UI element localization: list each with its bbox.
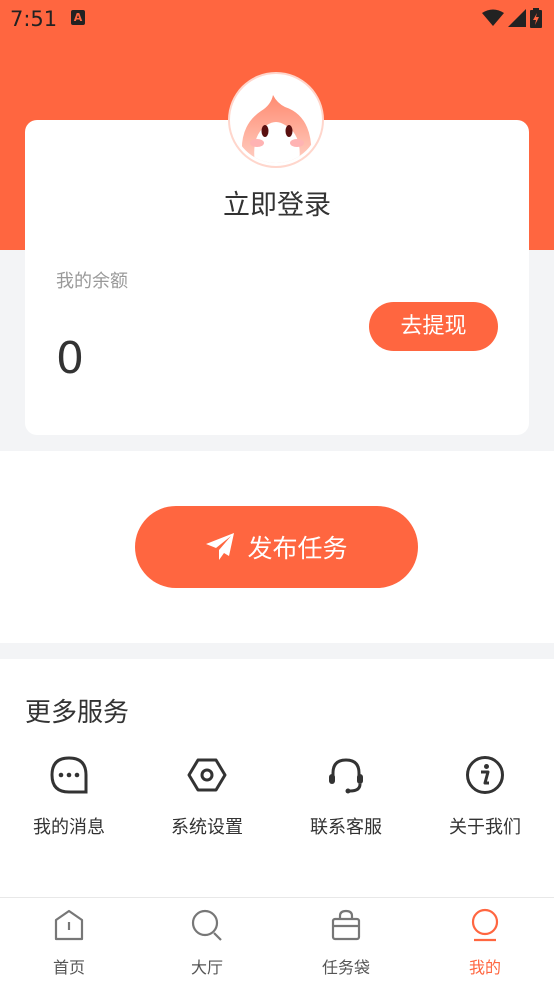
- publish-section: 发布任务: [0, 451, 554, 643]
- tab-label: 我的: [468, 958, 501, 977]
- tab-label: 首页: [52, 958, 85, 977]
- service-label: 我的消息: [33, 817, 105, 838]
- settings-icon: [187, 758, 227, 792]
- withdraw-button[interactable]: 去提现: [369, 302, 498, 351]
- publish-task-button[interactable]: 发布任务: [135, 506, 418, 588]
- app-notification-icon: A: [71, 10, 85, 25]
- service-label: 关于我们: [449, 817, 521, 838]
- tab-task-bag[interactable]: 任务袋: [277, 908, 415, 978]
- headset-icon: [329, 758, 363, 794]
- service-item-settings[interactable]: 系统设置: [138, 755, 276, 839]
- service-label: 联系客服: [310, 817, 382, 838]
- message-icon: [50, 756, 88, 794]
- more-services-section: 更多服务 我的消息 系统设置 联系客服 关于我们: [0, 659, 554, 897]
- publish-task-label: 发布任务: [247, 534, 348, 563]
- mascot-avatar-icon: [241, 95, 312, 163]
- services-title: 更多服务: [25, 698, 130, 728]
- tab-hall[interactable]: 大厅: [138, 908, 276, 978]
- tab-home[interactable]: 首页: [0, 908, 138, 978]
- status-icons: [482, 8, 542, 28]
- balance-value: 0: [56, 333, 84, 384]
- status-bar: 7:51 A: [0, 0, 554, 40]
- home-icon: [54, 909, 84, 941]
- tab-label: 任务袋: [321, 958, 370, 977]
- status-time: 7:51: [10, 7, 58, 31]
- service-item-messages[interactable]: 我的消息: [0, 755, 138, 839]
- service-item-about[interactable]: 关于我们: [416, 755, 554, 839]
- avatar[interactable]: [230, 74, 322, 166]
- paper-plane-icon: [206, 533, 235, 560]
- balance-label: 我的余额: [56, 271, 128, 292]
- battery-icon: [530, 8, 542, 28]
- bottom-tab-bar: 首页 大厅 任务袋 我的: [0, 897, 554, 984]
- wifi-icon: [482, 9, 504, 26]
- service-label: 系统设置: [171, 817, 243, 838]
- tab-mine[interactable]: 我的: [416, 908, 554, 978]
- login-link[interactable]: 立即登录: [0, 183, 554, 222]
- tab-label: 大厅: [190, 958, 223, 977]
- bag-icon: [331, 909, 361, 941]
- profile-icon: [471, 908, 499, 942]
- info-icon: [466, 756, 504, 794]
- signal-icon: [508, 9, 526, 27]
- search-icon: [191, 909, 222, 941]
- service-item-customer-service[interactable]: 联系客服: [277, 755, 415, 839]
